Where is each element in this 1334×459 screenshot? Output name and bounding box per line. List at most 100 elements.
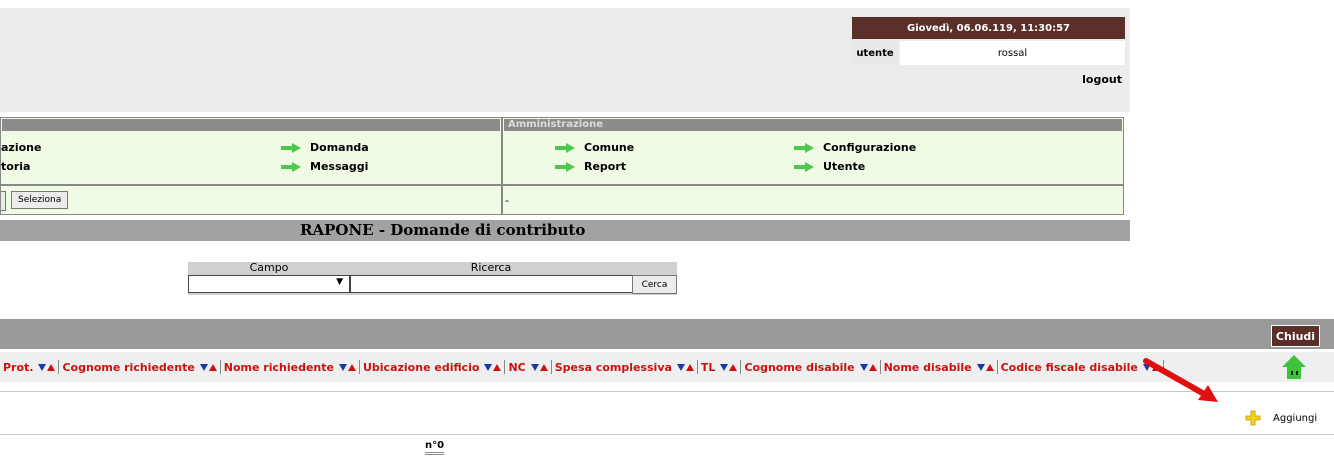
sort-up-icon: [493, 363, 502, 371]
campo-select[interactable]: ▼: [188, 275, 350, 293]
menu-item-label: azione: [1, 141, 42, 154]
cerca-button[interactable]: Cerca: [632, 275, 677, 294]
arrow-right-icon: [794, 142, 816, 153]
column-header[interactable]: Codice fiscale disabile: [998, 360, 1164, 374]
seleziona-button[interactable]: Seleziona: [11, 191, 69, 209]
sort-down-icon: [38, 363, 47, 371]
select-field-edge[interactable]: [1, 191, 6, 211]
column-header-label: Nome richiedente: [223, 360, 334, 374]
arrow-right-icon: [281, 161, 303, 172]
sort-down-icon: [976, 363, 985, 371]
sort-icon[interactable]: [720, 363, 738, 371]
arrow-right-icon: [281, 142, 303, 153]
column-header-label: Cognome disabile: [744, 360, 855, 374]
sort-down-icon: [338, 363, 347, 371]
divider: [0, 391, 1334, 392]
menu-item-utente[interactable]: Utente: [794, 160, 865, 173]
column-header[interactable]: Cognome richiedente: [59, 360, 221, 374]
column-header[interactable]: Ubicazione edificio: [360, 360, 506, 374]
red-pointer-arrow-icon: [1143, 358, 1218, 402]
menu-item-label: toria: [1, 160, 31, 173]
sort-up-icon: [347, 363, 356, 371]
menu-item-label: Configurazione: [823, 141, 917, 154]
column-headers: Prot. Cognome richiedente Nome richiedente…: [0, 359, 1164, 375]
campo-label: Campo: [249, 261, 289, 274]
arrow-right-icon: [794, 161, 816, 172]
column-header[interactable]: Nome disabile: [881, 360, 998, 374]
arrow-right-icon: [555, 161, 577, 172]
column-header[interactable]: TL: [698, 360, 742, 374]
column-header[interactable]: NC: [505, 360, 552, 374]
column-header-label: Spesa complessiva: [554, 360, 672, 374]
sort-icon[interactable]: [976, 363, 994, 371]
sort-down-icon: [199, 363, 208, 371]
sort-up-icon: [208, 363, 217, 371]
home-arrow-icon[interactable]: [1281, 354, 1307, 380]
chiudi-button[interactable]: Chiudi: [1271, 325, 1320, 347]
aggiungi-link[interactable]: Aggiungi: [1245, 410, 1317, 426]
sort-up-icon: [729, 363, 738, 371]
menu-item-label: Domanda: [310, 141, 369, 154]
ricerca-input[interactable]: [350, 275, 633, 293]
ricerca-label: Ricerca: [470, 261, 512, 274]
sort-icon[interactable]: [199, 363, 217, 371]
menu-panel-title: Amministrazione: [504, 119, 1122, 131]
menu-item-toria[interactable]: toria: [1, 160, 30, 173]
column-header-label: Nome disabile: [883, 360, 972, 374]
column-header[interactable]: Nome richiedente: [221, 360, 360, 374]
sort-down-icon: [484, 363, 493, 371]
menu-item-azione[interactable]: azione: [1, 141, 41, 154]
user-label: utente: [852, 41, 898, 65]
column-header-label: NC: [508, 360, 526, 374]
status-panel: -: [502, 185, 1124, 215]
menu-item-messaggi[interactable]: Messaggi: [281, 160, 368, 173]
page-title-bar: RAPONE - Domande di contributo: [0, 220, 1130, 241]
column-header-label: TL: [700, 360, 716, 374]
sort-up-icon: [985, 363, 994, 371]
menu-panel-left-header: [2, 119, 500, 131]
sort-down-icon: [720, 363, 729, 371]
logout-link[interactable]: logout: [1060, 73, 1122, 91]
sort-up-icon: [47, 363, 56, 371]
sort-icon[interactable]: [859, 363, 877, 371]
select-panel: Seleziona: [0, 185, 502, 215]
sort-up-icon: [539, 363, 548, 371]
menu-panel-left: azione toria Domanda Messaggi: [0, 117, 502, 185]
status-text: -: [505, 194, 509, 207]
menu-item-domanda[interactable]: Domanda: [281, 141, 369, 154]
arrow-right-icon: [555, 142, 577, 153]
user-name: rossal: [900, 41, 1125, 65]
column-header-label: Codice fiscale disabile: [1000, 360, 1138, 374]
menu-item-label: Comune: [584, 141, 635, 154]
menu-item-label: Messaggi: [310, 160, 369, 173]
page-title: RAPONE - Domande di contributo: [300, 221, 586, 239]
chevron-down-icon: ▼: [336, 277, 343, 287]
sort-down-icon: [676, 363, 685, 371]
sort-icon[interactable]: [530, 363, 548, 371]
grid-toolbar: [0, 319, 1334, 349]
sort-icon[interactable]: [338, 363, 356, 371]
aggiungi-label: Aggiungi: [1273, 412, 1318, 424]
column-header[interactable]: Spesa complessiva: [552, 360, 698, 374]
column-header[interactable]: Prot.: [0, 360, 60, 374]
sort-down-icon: [530, 363, 539, 371]
menu-item-label: Utente: [823, 160, 866, 173]
sort-down-icon: [859, 363, 868, 371]
menu-item-report[interactable]: Report: [555, 160, 626, 173]
sort-up-icon: [868, 363, 877, 371]
menu-item-configurazione[interactable]: Configurazione: [794, 141, 916, 154]
sort-icon[interactable]: [38, 363, 56, 371]
menu-item-label: Report: [584, 160, 627, 173]
sort-icon[interactable]: [484, 363, 502, 371]
column-header[interactable]: Cognome disabile: [741, 360, 881, 374]
add-plus-icon: [1245, 410, 1261, 426]
column-header-label: Cognome richiedente: [62, 360, 195, 374]
sort-icon[interactable]: [676, 363, 694, 371]
sort-up-icon: [685, 363, 694, 371]
menu-panel-amministrazione: Amministrazione Comune Report Configuraz…: [502, 117, 1124, 185]
column-header-label: Prot.: [3, 360, 34, 374]
datetime-bar: Giovedì, 06.06.119, 11:30:57: [852, 17, 1125, 39]
menu-item-comune[interactable]: Comune: [555, 141, 634, 154]
column-header-label: Ubicazione edificio: [362, 360, 480, 374]
divider: [0, 434, 1334, 435]
